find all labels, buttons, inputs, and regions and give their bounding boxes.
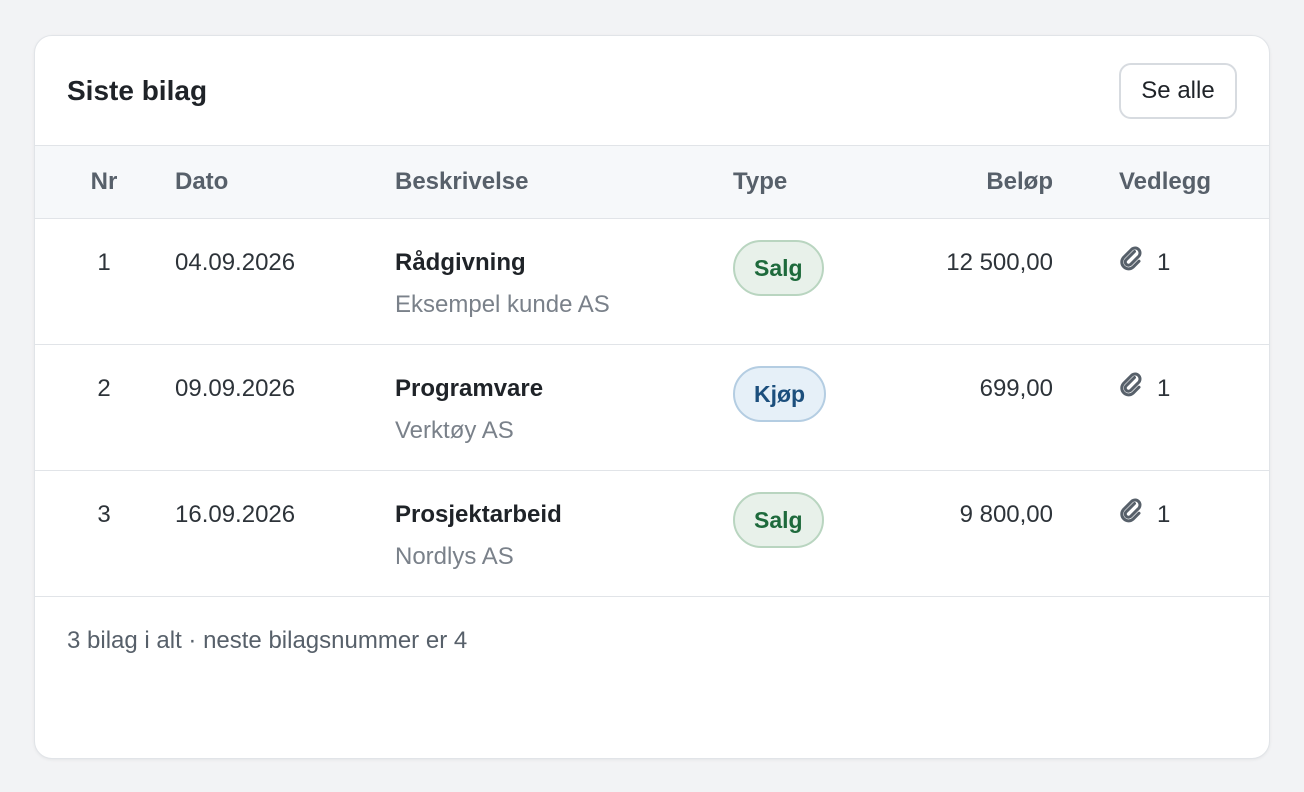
attachment-count: 1 [1157,249,1171,276]
see-all-button[interactable]: Se alle [1119,62,1237,119]
row-title: Programvare [395,375,544,402]
row-attachments[interactable]: 1 [1119,498,1171,529]
vouchers-table: Nr Dato Beskrivelse Type Beløp Vedlegg 1… [35,145,1269,597]
table-row[interactable]: 2 09.09.2026 Programvare Verktøy AS Kjøp… [35,345,1269,471]
paperclip-icon [1120,372,1142,397]
row-amount: 699,00 [979,375,1053,402]
row-amount: 12 500,00 [946,249,1053,276]
table-row[interactable]: 3 16.09.2026 Prosjektarbeid Nordlys AS S… [35,471,1269,597]
paperclip-icon [1120,498,1142,523]
type-badge: Kjøp [733,366,827,422]
row-nr: 3 [97,501,111,528]
row-nr: 2 [97,375,111,402]
table-footer: 3 bilag i alt · neste bilagsnummer er 4 [67,627,468,654]
recent-vouchers-card: Siste bilag Se alle Nr Dato Beskrivelse … [34,35,1270,759]
attachment-count: 1 [1157,375,1171,402]
row-attachments[interactable]: 1 [1119,372,1171,403]
card-header: Siste bilag Se alle [35,36,1269,145]
column-header-description[interactable]: Beskrivelse [395,168,528,196]
row-attachments[interactable]: 1 [1119,246,1171,277]
row-subtitle: Eksempel kunde AS [395,291,610,318]
row-description: Prosjektarbeid Nordlys AS [395,501,562,571]
type-badge: Salg [733,492,824,548]
paperclip-icon [1120,246,1142,271]
row-description: Programvare Verktøy AS [395,375,543,445]
attachment-count: 1 [1157,501,1171,528]
type-badge: Salg [733,240,824,296]
table-header: Nr Dato Beskrivelse Type Beløp Vedlegg [35,145,1269,219]
row-title: Rådgivning [395,249,526,276]
row-date: 09.09.2026 [175,375,296,402]
row-date: 16.09.2026 [175,501,296,528]
table-row[interactable]: 1 04.09.2026 Rådgivning Eksempel kunde A… [35,219,1269,345]
card-title: Siste bilag [67,74,208,106]
row-subtitle: Verktøy AS [395,417,514,444]
row-description: Rådgivning Eksempel kunde AS [395,249,610,319]
row-nr: 1 [97,249,111,276]
row-date: 04.09.2026 [175,249,296,276]
column-header-amount[interactable]: Beløp [986,168,1053,196]
column-header-date[interactable]: Dato [175,168,228,196]
column-header-attachments[interactable]: Vedlegg [1119,168,1211,196]
row-subtitle: Nordlys AS [395,543,514,570]
column-header-type[interactable]: Type [733,168,787,196]
row-title: Prosjektarbeid [395,501,562,528]
column-header-nr[interactable]: Nr [35,168,173,196]
row-amount: 9 800,00 [959,501,1053,528]
